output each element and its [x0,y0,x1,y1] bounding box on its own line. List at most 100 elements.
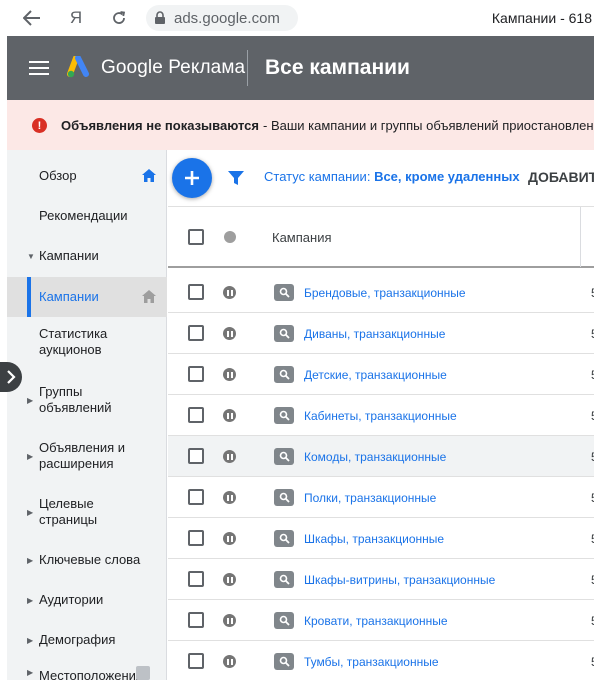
sidebar-item-label: Целевые страницы [39,496,98,527]
paused-status-icon[interactable] [223,655,236,668]
table-row[interactable]: Шкафы, транзакционные 5 [168,518,594,559]
sidebar-item-label: Ключевые слова [39,552,141,567]
menu-icon[interactable] [29,61,49,75]
campaign-link[interactable]: Шкафы, транзакционные [304,518,444,559]
select-all-checkbox[interactable] [188,229,204,245]
sidebar-small-icon[interactable] [136,666,150,680]
paused-status-icon[interactable] [223,286,236,299]
table-row[interactable]: Диваны, транзакционные 5 [168,313,594,354]
sidebar-nav: Обзор Рекомендации ▼ Кампании Кампании С… [7,150,167,680]
row-checkbox[interactable] [188,489,204,505]
row-checkbox[interactable] [188,407,204,423]
paused-status-icon[interactable] [223,327,236,340]
table-row[interactable]: Полки, транзакционные 5 [168,477,594,518]
filter-value: Все, кроме удаленных [374,169,520,184]
sidebar-item-label: Группы объявлений [39,384,112,415]
column-separator [580,207,581,267]
caret-down-icon: ▼ [27,251,35,261]
caret-right-icon: ▶ [27,668,34,677]
paused-status-icon[interactable] [223,491,236,504]
sidebar-item-keywords[interactable]: ▶ Ключевые слова [7,540,167,580]
row-checkbox[interactable] [188,325,204,341]
sidebar-item-ad-groups[interactable]: ▶ Группы объявлений [7,376,167,424]
status-filter-chip[interactable]: Статус кампании: Все, кроме удаленных [264,169,520,184]
row-checkbox[interactable] [188,653,204,669]
campaign-link[interactable]: Кабинеты, транзакционные [304,395,457,436]
caret-right-icon: ▶ [27,451,34,461]
row-checkbox[interactable] [188,448,204,464]
search-campaign-icon [274,653,294,670]
back-arrow-icon[interactable] [20,0,44,36]
campaign-link[interactable]: Кровати, транзакционные [304,600,448,641]
table-header: Кампания [168,206,594,268]
add-campaign-button[interactable] [172,158,212,198]
table-row[interactable]: Кровати, транзакционные 5 [168,600,594,641]
sidebar-item-label: Рекомендации [39,208,128,223]
campaign-link[interactable]: Брендовые, транзакционные [304,272,466,313]
error-icon: ! [32,118,47,133]
alert-strong: Объявления не показываются [61,117,259,133]
add-filter-button[interactable]: ДОБАВИТ [528,169,594,185]
sidebar-item-label: Кампании [39,289,99,304]
status-column-icon[interactable] [224,231,236,243]
campaign-link[interactable]: Полки, транзакционные [304,477,436,518]
sidebar-item-auction-insights[interactable]: Статистика аукционов [7,318,167,366]
filter-icon[interactable] [227,169,245,187]
column-header-campaign[interactable]: Кампания [272,207,332,267]
paused-status-icon[interactable] [223,532,236,545]
sidebar-item-label: Кампании [39,248,99,263]
campaign-link[interactable]: Тумбы, транзакционные [304,641,439,680]
search-campaign-icon [274,612,294,629]
table-row[interactable]: Комоды, транзакционные 5 [168,436,594,477]
campaign-link[interactable]: Детские, транзакционные [304,354,447,395]
table-row[interactable]: Кабинеты, транзакционные 5 [168,395,594,436]
paused-status-icon[interactable] [223,450,236,463]
row-checkbox[interactable] [188,530,204,546]
caret-right-icon: ▶ [27,555,34,565]
campaign-link[interactable]: Комоды, транзакционные [304,436,446,477]
search-campaign-icon [274,530,294,547]
sidebar-item-campaigns[interactable]: Кампании [7,277,167,317]
tab-title[interactable]: Кампании - 618 [492,0,592,36]
caret-right-icon: ▶ [27,635,34,645]
browser-toolbar: Я ads.google.com Кампании - 618 [0,0,594,36]
address-bar[interactable]: ads.google.com [146,5,298,31]
sidebar-item-recommendations[interactable]: Рекомендации [7,196,167,236]
row-checkbox[interactable] [188,366,204,382]
paused-status-icon[interactable] [223,368,236,381]
page-title: Все кампании [265,56,410,79]
header-divider [247,50,248,86]
sidebar-item-overview[interactable]: Обзор [7,156,167,196]
home-icon[interactable] [141,289,157,305]
campaign-link[interactable]: Диваны, транзакционные [304,313,445,354]
sidebar-item-label: Объявления и расширения [39,440,126,471]
sidebar-item-landing-pages[interactable]: ▶ Целевые страницы [7,488,167,536]
home-icon[interactable] [141,168,157,184]
search-campaign-icon [274,571,294,588]
search-campaign-icon [274,489,294,506]
sidebar-group-campaigns[interactable]: ▼ Кампании [7,236,167,276]
row-checkbox[interactable] [188,612,204,628]
table-row[interactable]: Детские, транзакционные 5 [168,354,594,395]
lock-icon [152,10,168,26]
sidebar-item-demographics[interactable]: ▶ Демография [7,620,167,660]
yandex-icon[interactable]: Я [66,0,86,36]
campaign-link[interactable]: Шкафы-витрины, транзакционные [304,559,495,600]
sidebar-item-label: Статистика аукционов [39,326,108,357]
address-url: ads.google.com [174,9,280,27]
reload-icon[interactable] [108,0,130,36]
row-checkbox[interactable] [188,571,204,587]
sidebar-item-audiences[interactable]: ▶ Аудитории [7,580,167,620]
paused-status-icon[interactable] [223,409,236,422]
sidebar-item-ads-extensions[interactable]: ▶ Объявления и расширения [7,432,167,480]
paused-status-icon[interactable] [223,573,236,586]
sidebar-item-label: Аудитории [39,592,104,607]
table-row[interactable]: Тумбы, транзакционные 5 [168,641,594,680]
alert-detail: - Ваши кампании и группы объявлений прио… [263,117,594,133]
row-checkbox[interactable] [188,284,204,300]
search-campaign-icon [274,284,294,301]
table-row[interactable]: Брендовые, транзакционные 5 [168,272,594,313]
table-row[interactable]: Шкафы-витрины, транзакционные 5 [168,559,594,600]
paused-status-icon[interactable] [223,614,236,627]
search-campaign-icon [274,407,294,424]
